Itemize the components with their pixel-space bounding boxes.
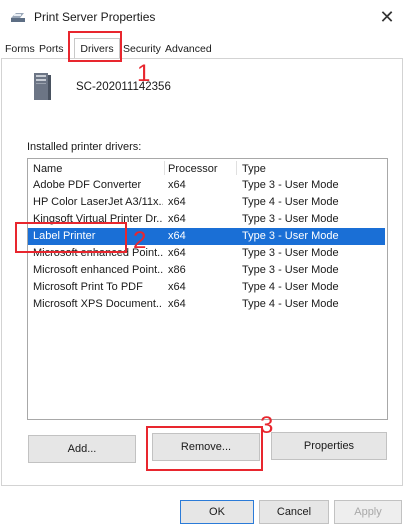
driver-type: Type 3 - User Mode xyxy=(242,247,339,259)
list-item[interactable]: Adobe PDF Converter x64 Type 3 - User Mo… xyxy=(28,177,385,194)
list-item[interactable]: Microsoft XPS Document... x64 Type 4 - U… xyxy=(28,296,385,313)
installed-drivers-label: Installed printer drivers: xyxy=(27,141,142,153)
driver-type: Type 4 - User Mode xyxy=(242,196,339,208)
printer-icon xyxy=(11,13,25,22)
close-icon[interactable]: ✕ xyxy=(376,6,398,28)
column-header-type[interactable]: Type xyxy=(242,159,266,177)
annotation-step-1: 1 xyxy=(137,60,151,87)
drivers-list[interactable]: Name Processor Type Adobe PDF Converter … xyxy=(27,158,388,420)
tab-security[interactable]: Security xyxy=(123,40,161,58)
driver-type: Type 3 - User Mode xyxy=(242,230,339,242)
driver-processor: x64 xyxy=(168,230,186,242)
driver-name: Microsoft XPS Document... xyxy=(33,298,163,310)
driver-processor: x64 xyxy=(168,213,186,225)
add-button[interactable]: Add... xyxy=(28,435,136,463)
list-item[interactable]: Microsoft enhanced Point... x86 Type 3 -… xyxy=(28,262,385,279)
title-bar: Print Server Properties ✕ xyxy=(0,0,404,34)
driver-type: Type 4 - User Mode xyxy=(242,298,339,310)
column-separator[interactable] xyxy=(164,161,165,175)
annotation-box-remove-button xyxy=(146,426,263,471)
driver-type: Type 3 - User Mode xyxy=(242,179,339,191)
tab-advanced[interactable]: Advanced xyxy=(165,40,212,58)
annotation-step-3: 3 xyxy=(260,412,274,439)
driver-name: Microsoft enhanced Point... xyxy=(33,264,163,276)
properties-button[interactable]: Properties xyxy=(271,432,387,460)
server-name: SC-202011142356 xyxy=(76,81,171,93)
driver-processor: x86 xyxy=(168,264,186,276)
ok-button[interactable]: OK xyxy=(180,500,254,524)
column-separator[interactable] xyxy=(236,161,237,175)
driver-type: Type 3 - User Mode xyxy=(242,264,339,276)
driver-processor: x64 xyxy=(168,196,186,208)
driver-type: Type 3 - User Mode xyxy=(242,213,339,225)
column-header-name[interactable]: Name xyxy=(33,159,62,177)
server-tower-icon xyxy=(34,73,51,100)
annotation-box-drivers-tab xyxy=(68,31,122,62)
window-title: Print Server Properties xyxy=(34,10,156,24)
tab-strip: Forms Ports Drivers Security Advanced xyxy=(0,38,404,59)
tab-forms[interactable]: Forms xyxy=(5,40,35,58)
column-header-processor[interactable]: Processor xyxy=(168,159,218,177)
driver-name: Adobe PDF Converter xyxy=(33,179,142,191)
driver-name: HP Color LaserJet A3/11x... xyxy=(33,196,163,208)
driver-name: Microsoft Print To PDF xyxy=(33,281,143,293)
driver-processor: x64 xyxy=(168,298,186,310)
tab-ports[interactable]: Ports xyxy=(39,40,64,58)
list-item[interactable]: HP Color LaserJet A3/11x... x64 Type 4 -… xyxy=(28,194,385,211)
driver-processor: x64 xyxy=(168,247,186,259)
annotation-box-label-printer xyxy=(15,222,127,253)
list-header: Name Processor Type xyxy=(28,159,387,177)
apply-button: Apply xyxy=(334,500,402,524)
driver-processor: x64 xyxy=(168,281,186,293)
driver-type: Type 4 - User Mode xyxy=(242,281,339,293)
annotation-step-2: 2 xyxy=(133,227,147,254)
driver-processor: x64 xyxy=(168,179,186,191)
cancel-button[interactable]: Cancel xyxy=(259,500,329,524)
list-item[interactable]: Microsoft Print To PDF x64 Type 4 - User… xyxy=(28,279,385,296)
